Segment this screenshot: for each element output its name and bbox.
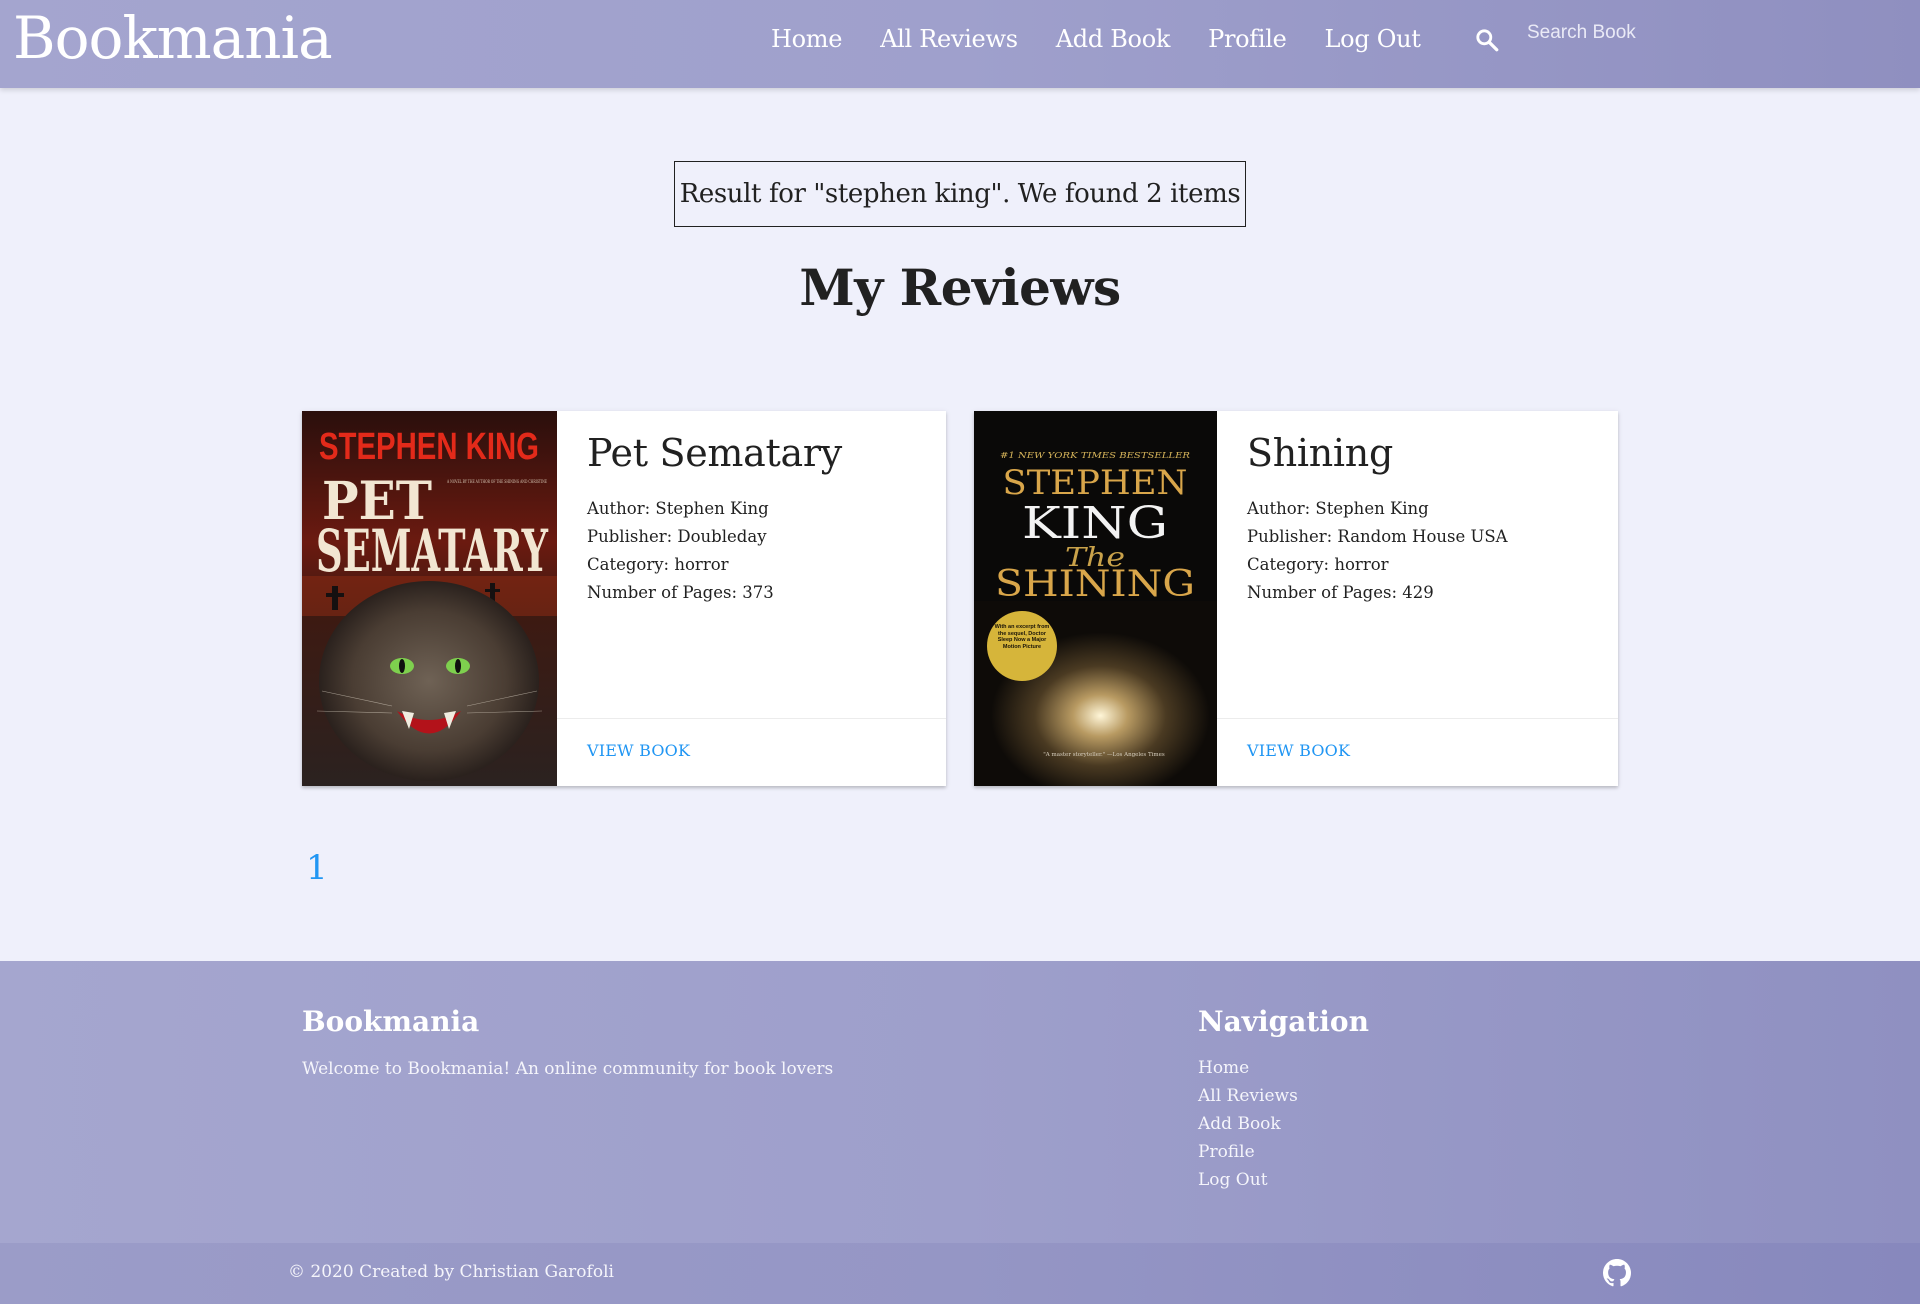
book-details: Author: Stephen King Publisher: Doubleda… bbox=[587, 495, 774, 607]
book-publisher: Publisher: Random House USA bbox=[1247, 527, 1508, 546]
book-card-pet-sematary: STEPHEN KING PET SEMATARY A NOVEL BY THE… bbox=[302, 411, 946, 786]
footer-nav-item: Log Out bbox=[1198, 1170, 1298, 1198]
view-book-link[interactable]: VIEW BOOK bbox=[1247, 741, 1350, 760]
cover-title-text: SEMATARY bbox=[316, 517, 548, 585]
page-title: My Reviews bbox=[799, 258, 1121, 317]
pagination-page-1[interactable]: 1 bbox=[306, 848, 328, 888]
footer-nav-item: Home bbox=[1198, 1058, 1298, 1086]
cover-tagline-text: A NOVEL BY THE AUTHOR OF THE SHINING AND… bbox=[446, 479, 547, 485]
footer-nav-item: All Reviews bbox=[1198, 1086, 1298, 1114]
search-icon[interactable] bbox=[1474, 27, 1500, 53]
copyright-text: © 2020 Created by Christian Garofoli bbox=[288, 1262, 614, 1282]
nav-link-profile[interactable]: Profile bbox=[1189, 25, 1305, 53]
book-publisher: Publisher: Doubleday bbox=[587, 527, 767, 546]
github-icon[interactable] bbox=[1603, 1259, 1631, 1287]
card-action-bar: VIEW BOOK bbox=[1217, 718, 1618, 786]
cover-author-text: KING bbox=[1022, 498, 1168, 549]
book-cover-image: STEPHEN KING PET SEMATARY A NOVEL BY THE… bbox=[302, 411, 557, 786]
cover-title-text: SHINING bbox=[995, 564, 1195, 605]
search-input[interactable] bbox=[1527, 16, 1727, 50]
book-details: Author: Stephen King Publisher: Random H… bbox=[1247, 495, 1508, 607]
book-pages: Number of Pages: 373 bbox=[587, 583, 774, 602]
book-cover-image: #1 NEW YORK TIMES BESTSELLER STEPHEN KIN… bbox=[974, 411, 1217, 786]
book-card-content: Shining Author: Stephen King Publisher: … bbox=[1217, 411, 1618, 786]
search-result-banner: Result for "stephen king". We found 2 it… bbox=[674, 161, 1246, 227]
book-title: Shining bbox=[1247, 431, 1393, 475]
footer-brand-title: Bookmania bbox=[302, 1005, 480, 1038]
footer-link-log-out[interactable]: Log Out bbox=[1198, 1170, 1268, 1190]
book-pages: Number of Pages: 429 bbox=[1247, 583, 1434, 602]
footer-nav-item: Add Book bbox=[1198, 1114, 1298, 1142]
nav-link-home[interactable]: Home bbox=[752, 25, 861, 53]
card-action-bar: VIEW BOOK bbox=[557, 718, 946, 786]
book-category: Category: horror bbox=[1247, 555, 1389, 574]
cover-quote-text: "A master storyteller." —Los Angeles Tim… bbox=[1043, 752, 1165, 758]
nav-link-add-book[interactable]: Add Book bbox=[1037, 25, 1189, 53]
cover-badge-text: With an excerpt from the sequel, Doctor … bbox=[994, 624, 1050, 650]
footer-nav-list: Home All Reviews Add Book Profile Log Ou… bbox=[1198, 1058, 1298, 1198]
book-card-content: Pet Sematary Author: Stephen King Publis… bbox=[557, 411, 946, 786]
top-navbar: Bookmania Home All Reviews Add Book Prof… bbox=[0, 0, 1920, 88]
footer-description: Welcome to Bookmania! An online communit… bbox=[302, 1059, 834, 1079]
footer-link-profile[interactable]: Profile bbox=[1198, 1142, 1255, 1162]
footer-nav-item: Profile bbox=[1198, 1142, 1298, 1170]
cover-author-text: STEPHEN KING bbox=[319, 426, 539, 468]
book-author: Author: Stephen King bbox=[587, 499, 769, 518]
nav-link-log-out[interactable]: Log Out bbox=[1306, 25, 1440, 53]
view-book-link[interactable]: VIEW BOOK bbox=[587, 741, 690, 760]
cover-author-text: STEPHEN bbox=[1003, 463, 1188, 503]
nav-links: Home All Reviews Add Book Profile Log Ou… bbox=[752, 0, 1440, 78]
footer-link-all-reviews[interactable]: All Reviews bbox=[1198, 1086, 1298, 1106]
book-author: Author: Stephen King bbox=[1247, 499, 1429, 518]
footer-link-add-book[interactable]: Add Book bbox=[1198, 1114, 1281, 1134]
brand-logo[interactable]: Bookmania bbox=[13, 2, 333, 74]
cover-tagline-text: #1 NEW YORK TIMES BESTSELLER bbox=[1000, 451, 1190, 460]
footer-nav-title: Navigation bbox=[1198, 1005, 1369, 1038]
book-card-shining: #1 NEW YORK TIMES BESTSELLER STEPHEN KIN… bbox=[974, 411, 1618, 786]
book-category: Category: horror bbox=[587, 555, 729, 574]
page-footer: Bookmania Welcome to Bookmania! An onlin… bbox=[0, 961, 1920, 1243]
book-title: Pet Sematary bbox=[587, 431, 842, 475]
footer-copyright-bar: © 2020 Created by Christian Garofoli bbox=[0, 1243, 1920, 1304]
footer-link-home[interactable]: Home bbox=[1198, 1058, 1249, 1078]
nav-link-all-reviews[interactable]: All Reviews bbox=[861, 25, 1037, 53]
